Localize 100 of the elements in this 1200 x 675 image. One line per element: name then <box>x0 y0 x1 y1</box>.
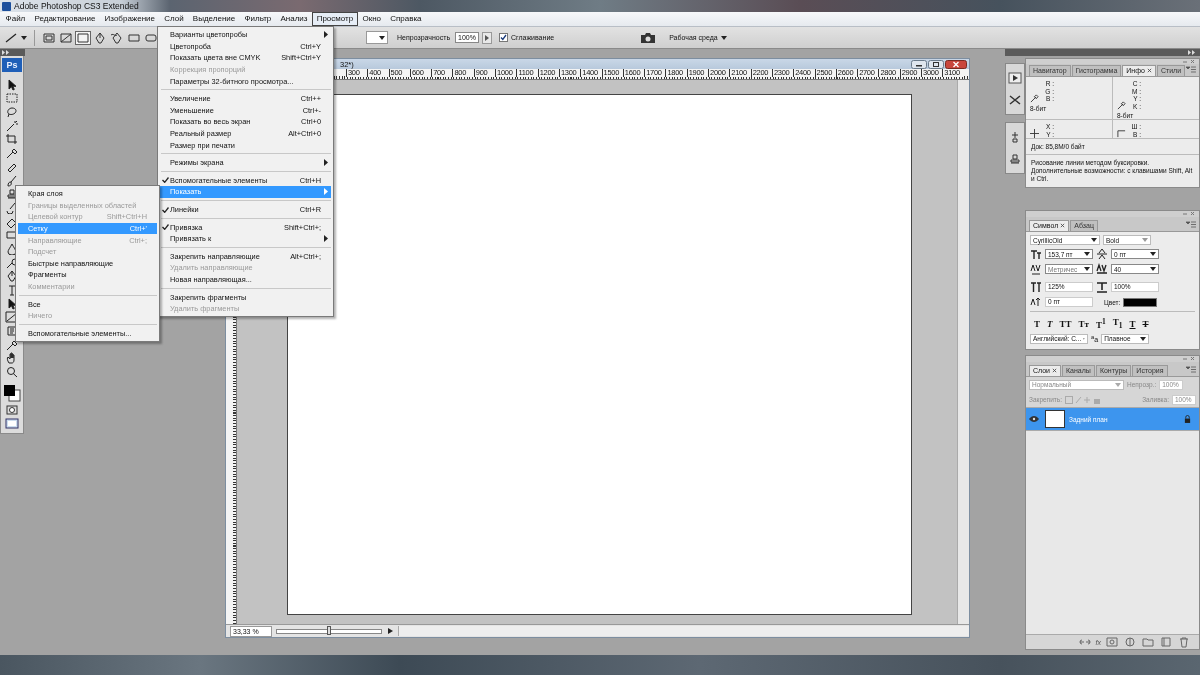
stamp-tool-icon[interactable] <box>1008 153 1022 165</box>
panel-menu-icon[interactable] <box>1186 366 1196 373</box>
menu-bar-item[interactable]: Выделение <box>188 12 240 26</box>
panel-controls-icon[interactable] <box>1182 356 1196 361</box>
play-icon[interactable] <box>1008 72 1022 84</box>
app-icon <box>2 1 11 11</box>
kerning-icon <box>1030 263 1042 275</box>
style-button[interactable]: T <box>1129 318 1136 329</box>
submenu-arrow-icon <box>324 235 328 243</box>
caret-icon <box>1140 336 1147 341</box>
camera-icon[interactable] <box>640 31 657 44</box>
eyedropper-icon <box>1030 93 1039 103</box>
menu-bar-item[interactable]: Окно <box>357 12 386 26</box>
zoom-slider[interactable] <box>276 628 382 634</box>
mask-icon[interactable] <box>1105 636 1119 648</box>
close-icon[interactable] <box>1146 68 1152 73</box>
fill-pixels-icon[interactable] <box>76 31 90 44</box>
panel-menu-icon[interactable] <box>1186 221 1196 228</box>
submenu-arrow-icon <box>324 188 328 196</box>
submenu-arrow-icon <box>324 159 328 167</box>
tracking-icon <box>1096 263 1108 275</box>
brush-tool-icon[interactable] <box>5 174 19 187</box>
link-icon[interactable] <box>1077 636 1092 648</box>
horizontal-scale-icon <box>1096 281 1108 293</box>
line-tool-icon[interactable] <box>4 31 18 44</box>
screen-mode-icon[interactable] <box>5 417 19 430</box>
crop-tool-icon[interactable] <box>5 133 19 146</box>
crosshair-icon <box>1030 129 1039 138</box>
style-button[interactable]: T <box>1142 318 1149 329</box>
lasso-tool-icon[interactable] <box>5 106 19 119</box>
window-title: Adobe Photoshop CS3 Extended <box>14 1 139 11</box>
menu-bar-item[interactable]: Анализ <box>275 12 313 26</box>
caret-icon <box>379 35 385 40</box>
app-logo: Ps <box>2 58 22 72</box>
eye-icon[interactable] <box>1029 416 1039 422</box>
slider-toggle-icon[interactable] <box>481 31 492 44</box>
new-layer-icon[interactable] <box>1159 636 1173 648</box>
baseline-shift-icon <box>1030 296 1042 308</box>
eyedropper-icon <box>1117 101 1126 110</box>
color-swatches-icon[interactable] <box>3 383 21 402</box>
check-icon <box>161 177 169 184</box>
menu-bar-item[interactable]: Просмотр <box>312 12 358 26</box>
scrollbar[interactable] <box>398 626 969 636</box>
submenu-arrow-icon <box>324 31 328 39</box>
panel-controls-icon[interactable] <box>1182 211 1196 216</box>
menu-bar-item[interactable]: Редактирование <box>29 12 100 26</box>
caret-icon[interactable] <box>720 35 727 40</box>
check-icon <box>161 224 169 231</box>
paths-icon[interactable] <box>59 31 73 44</box>
selection-size-icon <box>1117 129 1126 138</box>
menu-bar-item[interactable]: Файл <box>1 12 30 26</box>
menu-bar-item[interactable]: Слой <box>159 12 189 26</box>
caret-icon <box>1150 267 1156 271</box>
menu-bar-item[interactable]: Изображение <box>100 12 160 26</box>
shape-layers-icon[interactable] <box>42 31 56 44</box>
mode-dropdown[interactable] <box>366 31 388 44</box>
caret-icon <box>1142 238 1148 242</box>
maximize-icon[interactable] <box>928 59 944 69</box>
style-button[interactable]: T <box>1047 318 1053 329</box>
style-button[interactable]: Tт <box>1078 318 1089 329</box>
quick-mask-icon[interactable] <box>5 403 19 416</box>
caret-icon <box>1084 252 1090 256</box>
slider-thumb[interactable] <box>327 625 331 635</box>
menu-bar-item[interactable]: Фильтр <box>239 12 276 26</box>
close-icon[interactable] <box>945 59 967 69</box>
eyedropper-icon[interactable] <box>5 338 19 351</box>
magic-wand-icon[interactable] <box>5 119 19 132</box>
caret-icon <box>1150 252 1156 256</box>
pen-tool-icon[interactable] <box>93 31 107 44</box>
font-size-icon <box>1030 248 1042 260</box>
color-swatch[interactable] <box>1123 297 1158 307</box>
style-button[interactable]: T$_{1}$ <box>1112 317 1123 331</box>
folder-icon[interactable] <box>1141 636 1155 648</box>
caret-icon <box>1091 238 1097 242</box>
caret-icon[interactable] <box>21 35 27 40</box>
caret-icon <box>1084 267 1090 271</box>
style-button[interactable]: T <box>1034 318 1040 329</box>
style-button[interactable]: T$^{1}$ <box>1095 317 1106 331</box>
check-icon <box>161 206 169 213</box>
zoom-tool-icon[interactable] <box>5 366 19 379</box>
rectangle-icon[interactable] <box>127 31 141 44</box>
vertical-scale-icon <box>1030 281 1042 293</box>
checkbox[interactable] <box>498 33 508 42</box>
style-button[interactable]: TT <box>1059 318 1072 329</box>
caret-icon <box>1115 382 1121 387</box>
play-icon[interactable] <box>386 627 394 635</box>
close-icon[interactable] <box>1060 223 1066 228</box>
panel-menu-icon[interactable] <box>1186 66 1196 73</box>
leading-icon <box>1096 248 1108 260</box>
trash-icon[interactable] <box>1177 636 1191 648</box>
menu-bar-item[interactable]: Справка <box>385 12 427 26</box>
close-icon[interactable] <box>1052 368 1058 373</box>
eyedropper-icon[interactable] <box>5 147 19 160</box>
adjustment-icon[interactable] <box>1123 636 1137 648</box>
move-tool-icon[interactable] <box>5 78 19 91</box>
minimize-icon[interactable] <box>911 59 927 69</box>
freeform-pen-icon[interactable] <box>110 31 124 44</box>
layer-thumbnail <box>1045 410 1065 428</box>
panel-controls-icon[interactable] <box>1182 59 1196 64</box>
scrollbar[interactable] <box>957 80 969 624</box>
